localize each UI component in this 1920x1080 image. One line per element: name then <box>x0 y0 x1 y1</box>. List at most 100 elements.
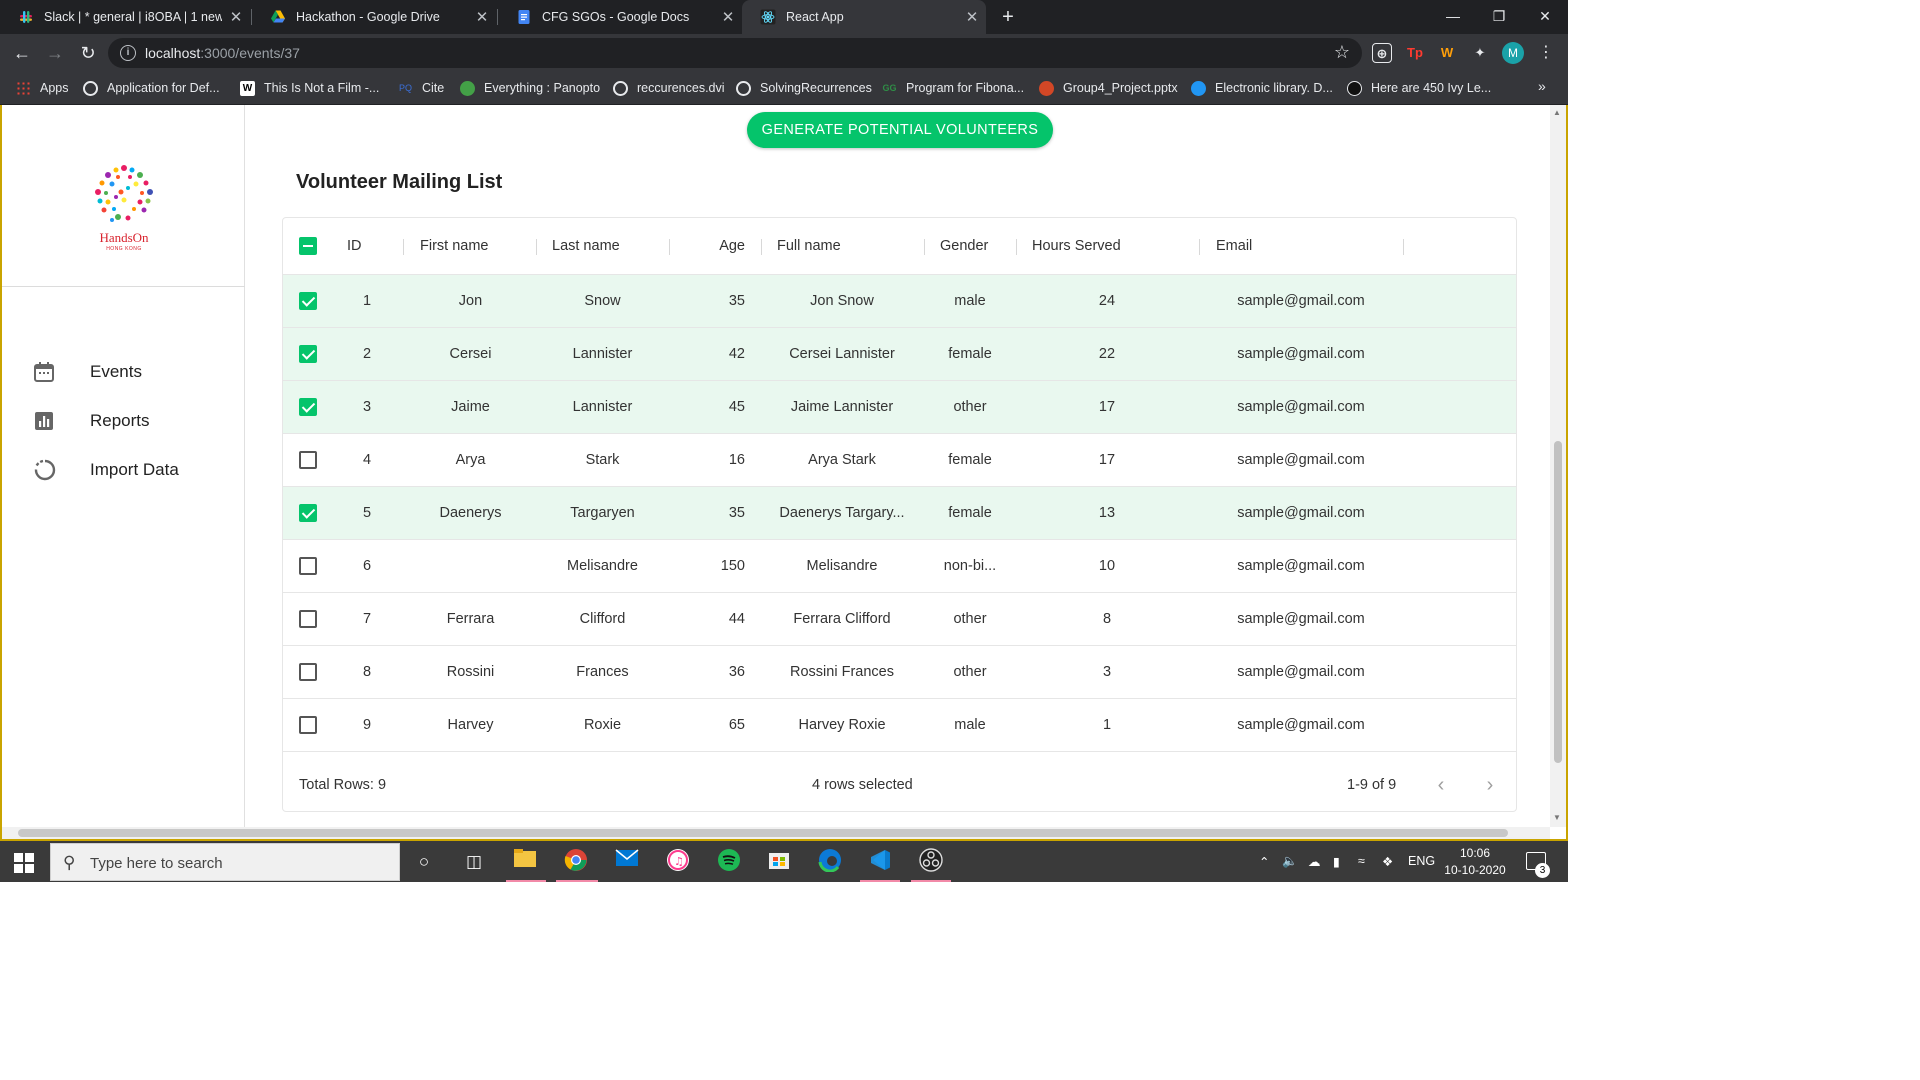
volume-icon[interactable]: 🔈 <box>1282 854 1298 869</box>
bookmarks-overflow-icon[interactable]: » <box>1538 78 1546 94</box>
vscode-icon[interactable] <box>866 848 894 876</box>
browser-menu-icon[interactable]: ⋮ <box>1538 42 1554 62</box>
browser-tab-docs[interactable]: CFG SGOs - Google Docs ✕ <box>498 0 742 34</box>
column-separator[interactable] <box>1016 239 1017 255</box>
itunes-icon[interactable]: ♫ <box>664 848 692 876</box>
system-clock[interactable]: 10:06 10-10-2020 <box>1440 845 1510 879</box>
column-separator[interactable] <box>1199 239 1200 255</box>
browser-tab-slack[interactable]: Slack | * general | i8OBA | 1 new ✕ <box>0 0 250 34</box>
spotify-icon[interactable] <box>715 848 743 876</box>
mail-icon[interactable] <box>613 848 641 876</box>
back-icon[interactable]: ← <box>9 40 35 66</box>
table-row[interactable]: 5 Daenerys Targaryen 35 Daenerys Targary... f… <box>283 487 1516 540</box>
obs-icon[interactable] <box>917 848 945 876</box>
table-row[interactable]: 6 Melisandre 150 Melisandre non-bi... 10 sampl… <box>283 540 1516 593</box>
table-row[interactable]: 8 Rossini Frances 36 Rossini Frances other 3 sa… <box>283 646 1516 699</box>
scroll-down-icon[interactable]: ▼ <box>1553 813 1561 822</box>
bookmark-item[interactable]: Everything : Panopto <box>460 72 600 104</box>
bookmark-star-icon[interactable]: ☆ <box>1334 42 1350 63</box>
windows-start-icon[interactable] <box>14 853 34 873</box>
window-close-icon[interactable]: ✕ <box>1522 0 1568 34</box>
table-row[interactable]: 2 Cersei Lannister 42 Cersei Lannister female… <box>283 328 1516 381</box>
column-header-first-name[interactable]: First name <box>420 218 489 275</box>
row-checkbox[interactable] <box>299 398 317 416</box>
row-checkbox[interactable] <box>299 557 317 575</box>
column-separator[interactable] <box>403 239 404 255</box>
bookmark-item[interactable]: reccurences.dvi <box>613 72 725 104</box>
profile-avatar[interactable]: M <box>1502 42 1524 64</box>
column-separator[interactable] <box>924 239 925 255</box>
chrome-icon[interactable] <box>562 848 590 876</box>
file-explorer-icon[interactable] <box>511 848 539 876</box>
sidebar-item-events[interactable]: Events <box>32 356 142 388</box>
bookmark-item[interactable]: W This Is Not a Film -... <box>240 72 379 104</box>
column-separator[interactable] <box>761 239 762 255</box>
site-info-icon[interactable]: i <box>120 45 136 61</box>
column-header-full-name[interactable]: Full name <box>777 218 841 275</box>
column-header-age[interactable]: Age <box>685 218 745 275</box>
new-tab-button[interactable]: + <box>996 4 1020 30</box>
table-row[interactable]: 3 Jaime Lannister 45 Jaime Lannister other 17 s… <box>283 381 1516 434</box>
sidebar-item-import-data[interactable]: Import Data <box>32 454 179 486</box>
bookmark-item[interactable]: Here are 450 Ivy Le... <box>1347 72 1491 104</box>
select-all-checkbox[interactable] <box>299 237 317 255</box>
edge-icon[interactable] <box>816 848 844 876</box>
extension-tp-icon[interactable]: Tp <box>1405 43 1425 63</box>
scroll-up-icon[interactable]: ▲ <box>1553 108 1561 117</box>
bookmark-apps[interactable]: Apps <box>16 72 69 104</box>
bookmark-item[interactable]: Group4_Project.pptx <box>1039 72 1178 104</box>
taskbar-search-box[interactable]: ⚲ Type here to search <box>50 843 400 881</box>
row-checkbox[interactable] <box>299 292 317 310</box>
row-checkbox[interactable] <box>299 610 317 628</box>
column-header-gender[interactable]: Gender <box>940 218 988 275</box>
vertical-scrollbar[interactable]: ▲ ▼ <box>1550 105 1566 827</box>
tray-chevron-icon[interactable]: ⌃ <box>1259 854 1269 869</box>
tab-close-icon[interactable]: ✕ <box>714 8 742 26</box>
wifi-icon[interactable]: ≈ <box>1358 854 1365 868</box>
row-checkbox[interactable] <box>299 504 317 522</box>
table-row[interactable]: 4 Arya Stark 16 Arya Stark female 17 sample@gma… <box>283 434 1516 487</box>
store-icon[interactable] <box>765 848 793 876</box>
column-separator[interactable] <box>1403 239 1404 255</box>
bookmark-item[interactable]: SolvingRecurrences <box>736 72 872 104</box>
address-bar[interactable]: i localhost:3000/events/37 ☆ <box>108 38 1362 68</box>
restore-icon[interactable]: ❐ <box>1476 0 1522 34</box>
cortana-icon[interactable]: ○ <box>410 848 438 876</box>
table-row[interactable]: 7 Ferrara Clifford 44 Ferrara Clifford other 8… <box>283 593 1516 646</box>
forward-icon[interactable]: → <box>42 40 68 66</box>
bookmark-item[interactable]: GG Program for Fibona... <box>882 72 1024 104</box>
scrollbar-thumb[interactable] <box>1554 441 1562 763</box>
minimize-icon[interactable]: — <box>1430 0 1476 34</box>
extensions-puzzle-icon[interactable]: ✦ <box>1470 43 1490 63</box>
reload-icon[interactable]: ↻ <box>75 40 101 66</box>
horizontal-scrollbar[interactable] <box>2 827 1550 839</box>
battery-icon[interactable]: ▮ <box>1333 854 1340 869</box>
tab-close-icon[interactable]: ✕ <box>958 8 986 26</box>
tab-close-icon[interactable]: ✕ <box>222 8 250 26</box>
column-separator[interactable] <box>536 239 537 255</box>
tab-close-icon[interactable]: ✕ <box>468 8 496 26</box>
previous-page-icon[interactable]: ‹ <box>1432 775 1450 795</box>
scrollbar-thumb[interactable] <box>18 829 1508 837</box>
extension-globe-icon[interactable]: ⊕ <box>1372 43 1392 63</box>
column-header-last-name[interactable]: Last name <box>552 218 620 275</box>
browser-tab-drive[interactable]: Hackathon - Google Drive ✕ <box>252 0 496 34</box>
bookmark-item[interactable]: Application for Def... <box>83 72 220 104</box>
table-row[interactable]: 9 Harvey Roxie 65 Harvey Roxie male 1 sample@gm… <box>283 699 1516 752</box>
row-checkbox[interactable] <box>299 663 317 681</box>
column-header-email[interactable]: Email <box>1216 218 1252 275</box>
extension-w-icon[interactable]: W <box>1437 43 1457 63</box>
column-header-hours-served[interactable]: Hours Served <box>1032 218 1121 275</box>
column-header-id[interactable]: ID <box>347 218 362 275</box>
row-checkbox[interactable] <box>299 345 317 363</box>
task-view-icon[interactable]: ◫ <box>460 848 488 876</box>
dropbox-icon[interactable]: ❖ <box>1382 854 1393 869</box>
next-page-icon[interactable]: › <box>1481 775 1499 795</box>
input-language[interactable]: ENG <box>1408 854 1435 868</box>
generate-volunteers-button[interactable]: GENERATE POTENTIAL VOLUNTEERS <box>747 112 1053 148</box>
bookmark-item[interactable]: PQ Cite <box>398 72 444 104</box>
bookmark-item[interactable]: Electronic library. D... <box>1191 72 1333 104</box>
sidebar-item-reports[interactable]: Reports <box>32 405 150 437</box>
table-row[interactable]: 1 Jon Snow 35 Jon Snow male 24 sample@gmail.com <box>283 275 1516 328</box>
column-separator[interactable] <box>669 239 670 255</box>
